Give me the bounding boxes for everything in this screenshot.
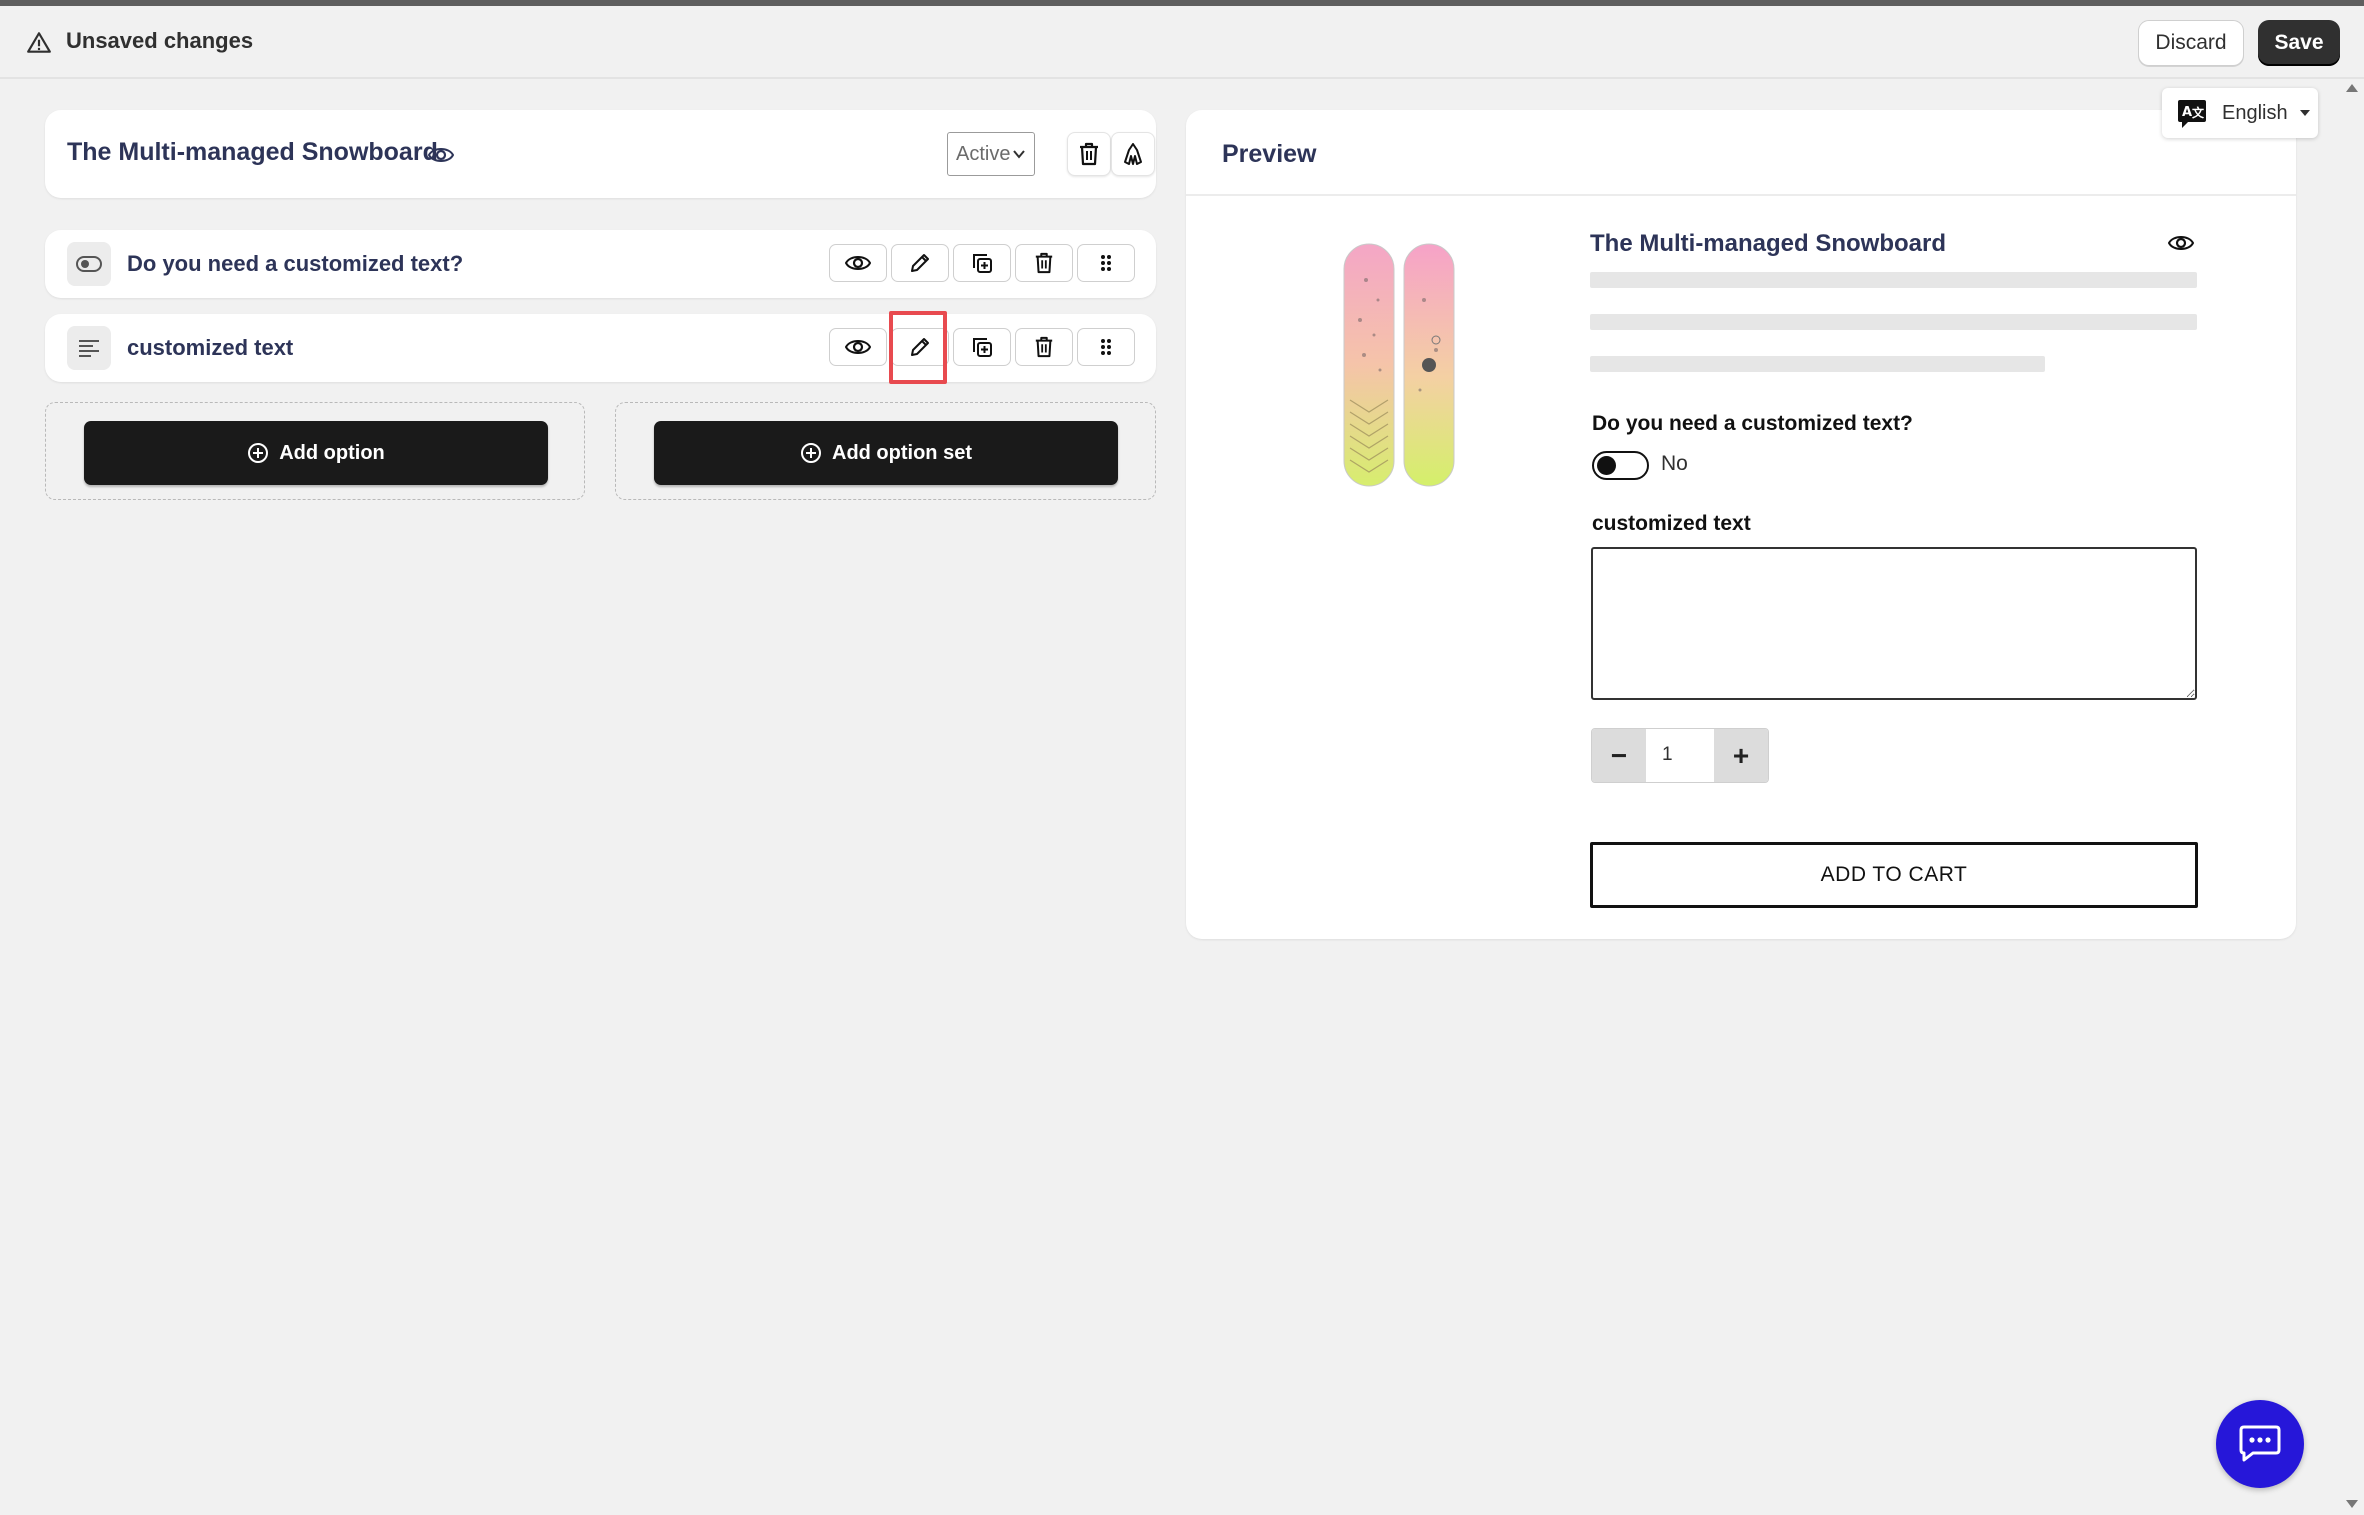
- svg-text:A: A: [2182, 105, 2192, 120]
- option-row[interactable]: customized text: [45, 314, 1156, 382]
- duplicate-icon: [973, 254, 992, 273]
- preview-toggle[interactable]: [1592, 451, 1649, 480]
- discard-button[interactable]: Discard: [2138, 20, 2244, 66]
- customized-text-field[interactable]: [1591, 547, 2197, 700]
- add-option-label: Add option: [279, 441, 385, 464]
- delete-option-button[interactable]: [1015, 244, 1073, 282]
- add-option-set-zone: Add option set: [615, 402, 1156, 500]
- svg-text:文: 文: [2192, 105, 2205, 120]
- toggle-visibility-button[interactable]: [829, 328, 887, 366]
- language-label: English: [2222, 102, 2288, 124]
- eye-icon[interactable]: [2168, 232, 2194, 254]
- unsaved-changes-title: Unsaved changes: [66, 28, 254, 53]
- trash-icon: [1080, 142, 1098, 166]
- preview-header: Preview: [1186, 110, 2296, 196]
- save-button[interactable]: Save: [2258, 20, 2340, 66]
- preview-heading: Preview: [1222, 140, 1317, 168]
- trash-icon: [1035, 252, 1053, 274]
- eye-icon: [845, 340, 871, 354]
- skeleton-line: [1590, 272, 2197, 288]
- drag-handle-icon: [1101, 255, 1111, 271]
- option-label: Do you need a customized text?: [127, 251, 464, 276]
- status-select-value: Active: [956, 143, 1011, 165]
- skeleton-line: [1590, 314, 2197, 330]
- scroll-up-arrow[interactable]: [2346, 84, 2358, 92]
- delete-product-button[interactable]: [1067, 132, 1111, 176]
- caret-down-icon: [2300, 110, 2310, 116]
- add-option-button[interactable]: Add option: [84, 421, 548, 485]
- preview-product-title: The Multi-managed Snowboard: [1590, 230, 1947, 257]
- quantity-decrease-button[interactable]: −: [1592, 729, 1646, 782]
- option-row[interactable]: Do you need a customized text?: [45, 230, 1156, 298]
- trash-icon: [1035, 336, 1053, 358]
- preview-text-label: customized text: [1592, 512, 1751, 535]
- add-to-cart-button[interactable]: ADD TO CART: [1590, 842, 2198, 908]
- drag-handle-icon: [1101, 339, 1111, 355]
- drag-handle[interactable]: [1077, 244, 1135, 282]
- warning-icon: [27, 32, 51, 53]
- quantity-stepper: − 1 +: [1591, 728, 1769, 783]
- plus-circle-icon: [248, 443, 269, 463]
- eye-icon: [845, 256, 871, 270]
- magic-hand-icon: [1124, 143, 1142, 165]
- duplicate-option-button[interactable]: [953, 244, 1011, 282]
- preview-question-label: Do you need a customized text?: [1592, 412, 1913, 435]
- ai-assist-button[interactable]: [1111, 132, 1155, 176]
- duplicate-option-button[interactable]: [953, 328, 1011, 366]
- edit-option-button[interactable]: [891, 244, 949, 282]
- visibility-eye-icon[interactable]: [428, 144, 454, 166]
- quantity-increase-button[interactable]: +: [1714, 729, 1768, 782]
- skeleton-line: [1590, 356, 2045, 372]
- pencil-icon: [911, 254, 929, 272]
- chat-button[interactable]: [2216, 1400, 2304, 1488]
- delete-option-button[interactable]: [1015, 328, 1073, 366]
- contextual-save-bar: Unsaved changes Discard Save: [0, 6, 2364, 79]
- add-option-set-label: Add option set: [832, 441, 972, 464]
- scroll-down-arrow[interactable]: [2346, 1500, 2358, 1508]
- status-select[interactable]: Active: [947, 132, 1035, 176]
- add-option-set-button[interactable]: Add option set: [654, 421, 1118, 485]
- language-selector[interactable]: A 文 English: [2162, 88, 2318, 138]
- duplicate-icon: [973, 338, 992, 357]
- plus-circle-icon: [801, 443, 821, 463]
- translate-icon: A 文: [2178, 100, 2206, 128]
- text-lines-icon: [67, 326, 111, 370]
- product-header-card: The Multi-managed Snowboard Active: [45, 110, 1156, 198]
- toggle-state-text: No: [1661, 452, 1688, 475]
- chat-icon: [2239, 1425, 2281, 1462]
- highlight-box: [889, 311, 947, 384]
- add-option-zone: Add option: [45, 402, 585, 500]
- snowboard-image: [1343, 243, 1455, 487]
- product-title: The Multi-managed Snowboard: [67, 138, 438, 166]
- drag-handle[interactable]: [1077, 328, 1135, 366]
- toggle-icon: [67, 242, 111, 286]
- option-label: customized text: [127, 335, 294, 360]
- toggle-knob: [1597, 456, 1616, 475]
- chevron-down-icon: [1013, 150, 1025, 159]
- quantity-value[interactable]: 1: [1646, 744, 1716, 766]
- toggle-visibility-button[interactable]: [829, 244, 887, 282]
